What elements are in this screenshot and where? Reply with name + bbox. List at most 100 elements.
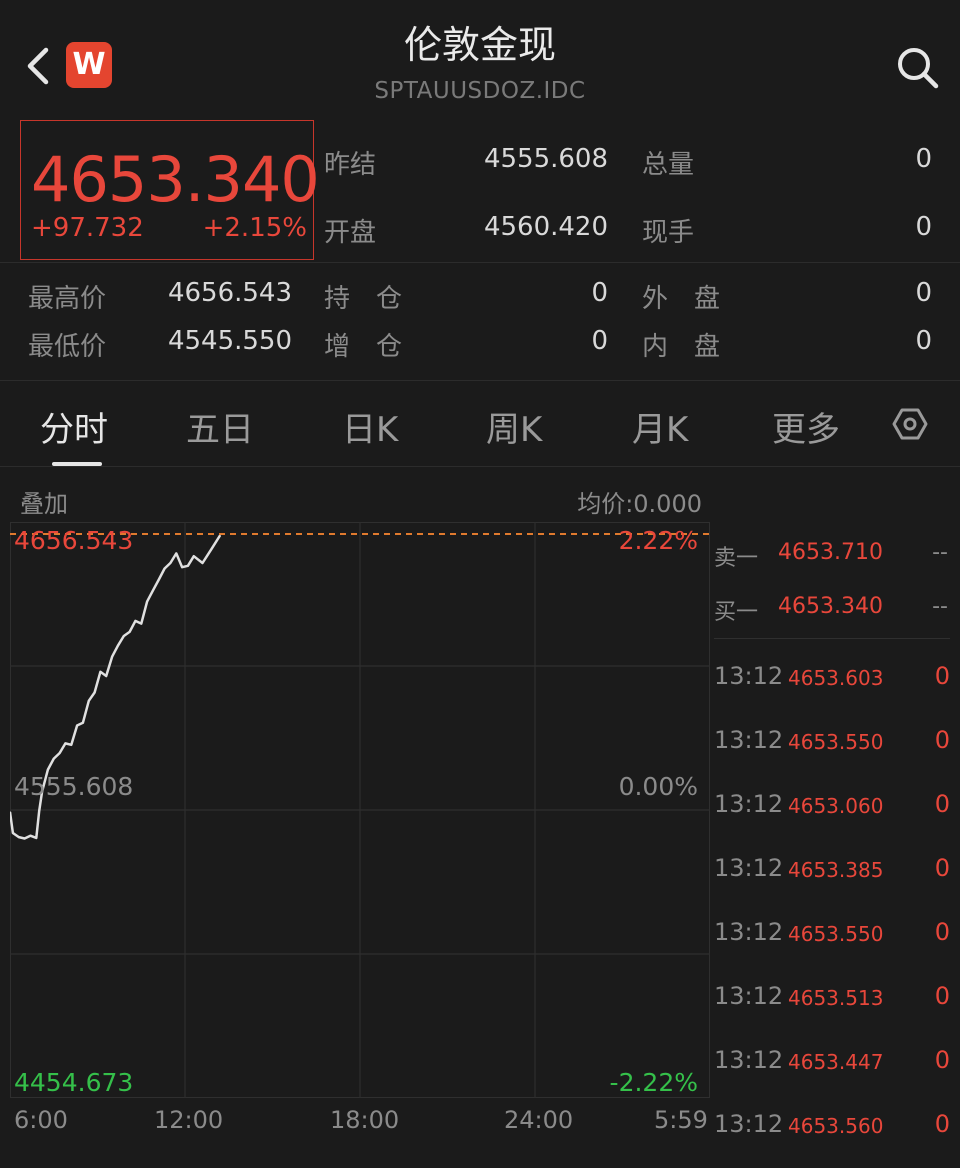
overlay-button[interactable]: 叠加 [20,484,68,519]
y-axis-bottom-label: 4454.673 [14,1068,134,1097]
price-data-point [146,600,148,603]
tab-more[interactable]: 更多 [772,402,840,451]
price-data-point [123,635,125,637]
price-data-point [187,565,189,567]
price-data-point [134,620,137,622]
price-data-point [88,700,90,702]
intraday-chart[interactable] [10,522,710,1098]
price-data-point [29,834,32,837]
buy-one-price: 4653.340 [778,594,883,619]
stat-value-open: 4560.420 [483,212,608,242]
price-data-point [140,622,143,625]
stat-value-open-interest: 0 [591,278,608,308]
price-data-point [38,810,40,812]
x-tick-label: 12:00 [154,1106,224,1134]
price-data-point [64,742,67,745]
tick-row: 13:12 4653.560 0 [714,1110,950,1150]
price-data-point [111,655,113,658]
tick-price: 4653.447 [788,1050,884,1074]
y-axis-mid-label: 4555.608 [14,772,134,801]
tick-price: 4653.060 [788,794,884,818]
price-data-point [76,724,78,727]
price-data-point [175,552,178,555]
tick-volume: 0 [934,790,950,818]
tick-time: 13:12 [714,1110,784,1138]
stat-value-low: 4545.550 [167,326,292,356]
stat-value-oi-change: 0 [591,326,608,356]
price-data-point [201,562,204,564]
tick-price: 4653.550 [788,730,884,754]
tick-time: 13:12 [714,662,784,690]
tick-price: 4653.385 [788,858,884,882]
stat-label-outer-volume: 外 盘 [642,284,721,314]
tab-weekly-k[interactable]: 周K [486,402,542,451]
x-tick-label: 24:00 [504,1106,574,1134]
tick-price: 4653.550 [788,922,884,946]
tab-daily-k[interactable]: 日K [342,402,398,451]
tick-volume: 0 [934,918,950,946]
sell-one-label: 卖一 [714,546,759,571]
price-data-point [210,548,213,551]
stat-label-high: 最高价 [28,284,107,314]
stat-label-total-volume: 总量 [642,150,695,180]
average-price: 均价:0.000 [577,490,702,518]
current-price-box: 4653.340 +97.732 +2.15% [20,120,320,260]
tick-time: 13:12 [714,918,784,946]
price-data-point [219,534,221,537]
sell-one-price: 4653.710 [778,540,883,565]
tick-row: 13:12 4653.550 0 [714,918,950,958]
price-data-point [181,566,183,568]
stat-label-inner-volume: 内 盘 [642,332,721,362]
x-tick-label: 6:00 [14,1106,68,1134]
price-data-point [35,837,38,839]
price-data-point [70,744,73,746]
pct-axis-bottom-label: -2.22% [609,1068,698,1097]
stat-label-open: 开盘 [324,218,377,248]
price-change: +97.732 [31,213,144,243]
settings-icon[interactable] [892,406,928,442]
price-data-point [18,836,20,838]
stat-value-current-hand: 0 [915,212,932,242]
x-tick-label: 18:00 [330,1106,400,1134]
tick-volume: 0 [934,662,950,690]
divider [0,262,960,263]
tick-volume: 0 [934,1046,950,1074]
stat-label-low: 最低价 [28,332,107,362]
search-icon[interactable] [894,44,940,90]
tab-intraday[interactable]: 分时 [40,402,108,451]
price-data-point [193,555,195,557]
pct-axis-top-label: 2.22% [618,526,698,555]
price-data-point [158,578,160,581]
price-data-point [152,589,154,592]
price-data-point [58,752,61,754]
tab-five-day[interactable]: 五日 [186,402,254,451]
tick-time: 13:12 [714,790,784,818]
tick-row: 13:12 4653.603 0 [714,662,950,702]
price-change-percent: +2.15% [202,213,307,243]
tick-volume: 0 [934,854,950,882]
stat-value-total-volume: 0 [915,144,932,174]
current-price: 4653.340 [31,143,320,216]
divider [0,380,960,381]
tick-row: 13:12 4653.550 0 [714,726,950,766]
price-data-point [23,837,26,840]
order-book-divider [714,638,950,639]
tick-row: 13:12 4653.385 0 [714,854,950,894]
stat-value-inner-volume: 0 [915,326,932,356]
tick-volume: 0 [934,1110,950,1138]
y-axis-top-label: 4656.543 [14,526,134,555]
price-data-point [117,644,119,647]
price-data-point [93,691,96,694]
stat-label-prev-settle: 昨结 [324,150,377,180]
tick-volume: 0 [934,982,950,1010]
price-data-point [99,671,102,673]
x-tick-label: 5:59 [654,1106,708,1134]
tick-price: 4653.513 [788,986,884,1010]
tick-price: 4653.560 [788,1114,884,1138]
price-data-point [82,722,84,724]
price-data-point [169,562,172,564]
price-data-point [163,567,166,570]
price-data-point [47,768,49,771]
price-data-point [12,832,14,834]
tab-monthly-k[interactable]: 月K [632,402,688,451]
